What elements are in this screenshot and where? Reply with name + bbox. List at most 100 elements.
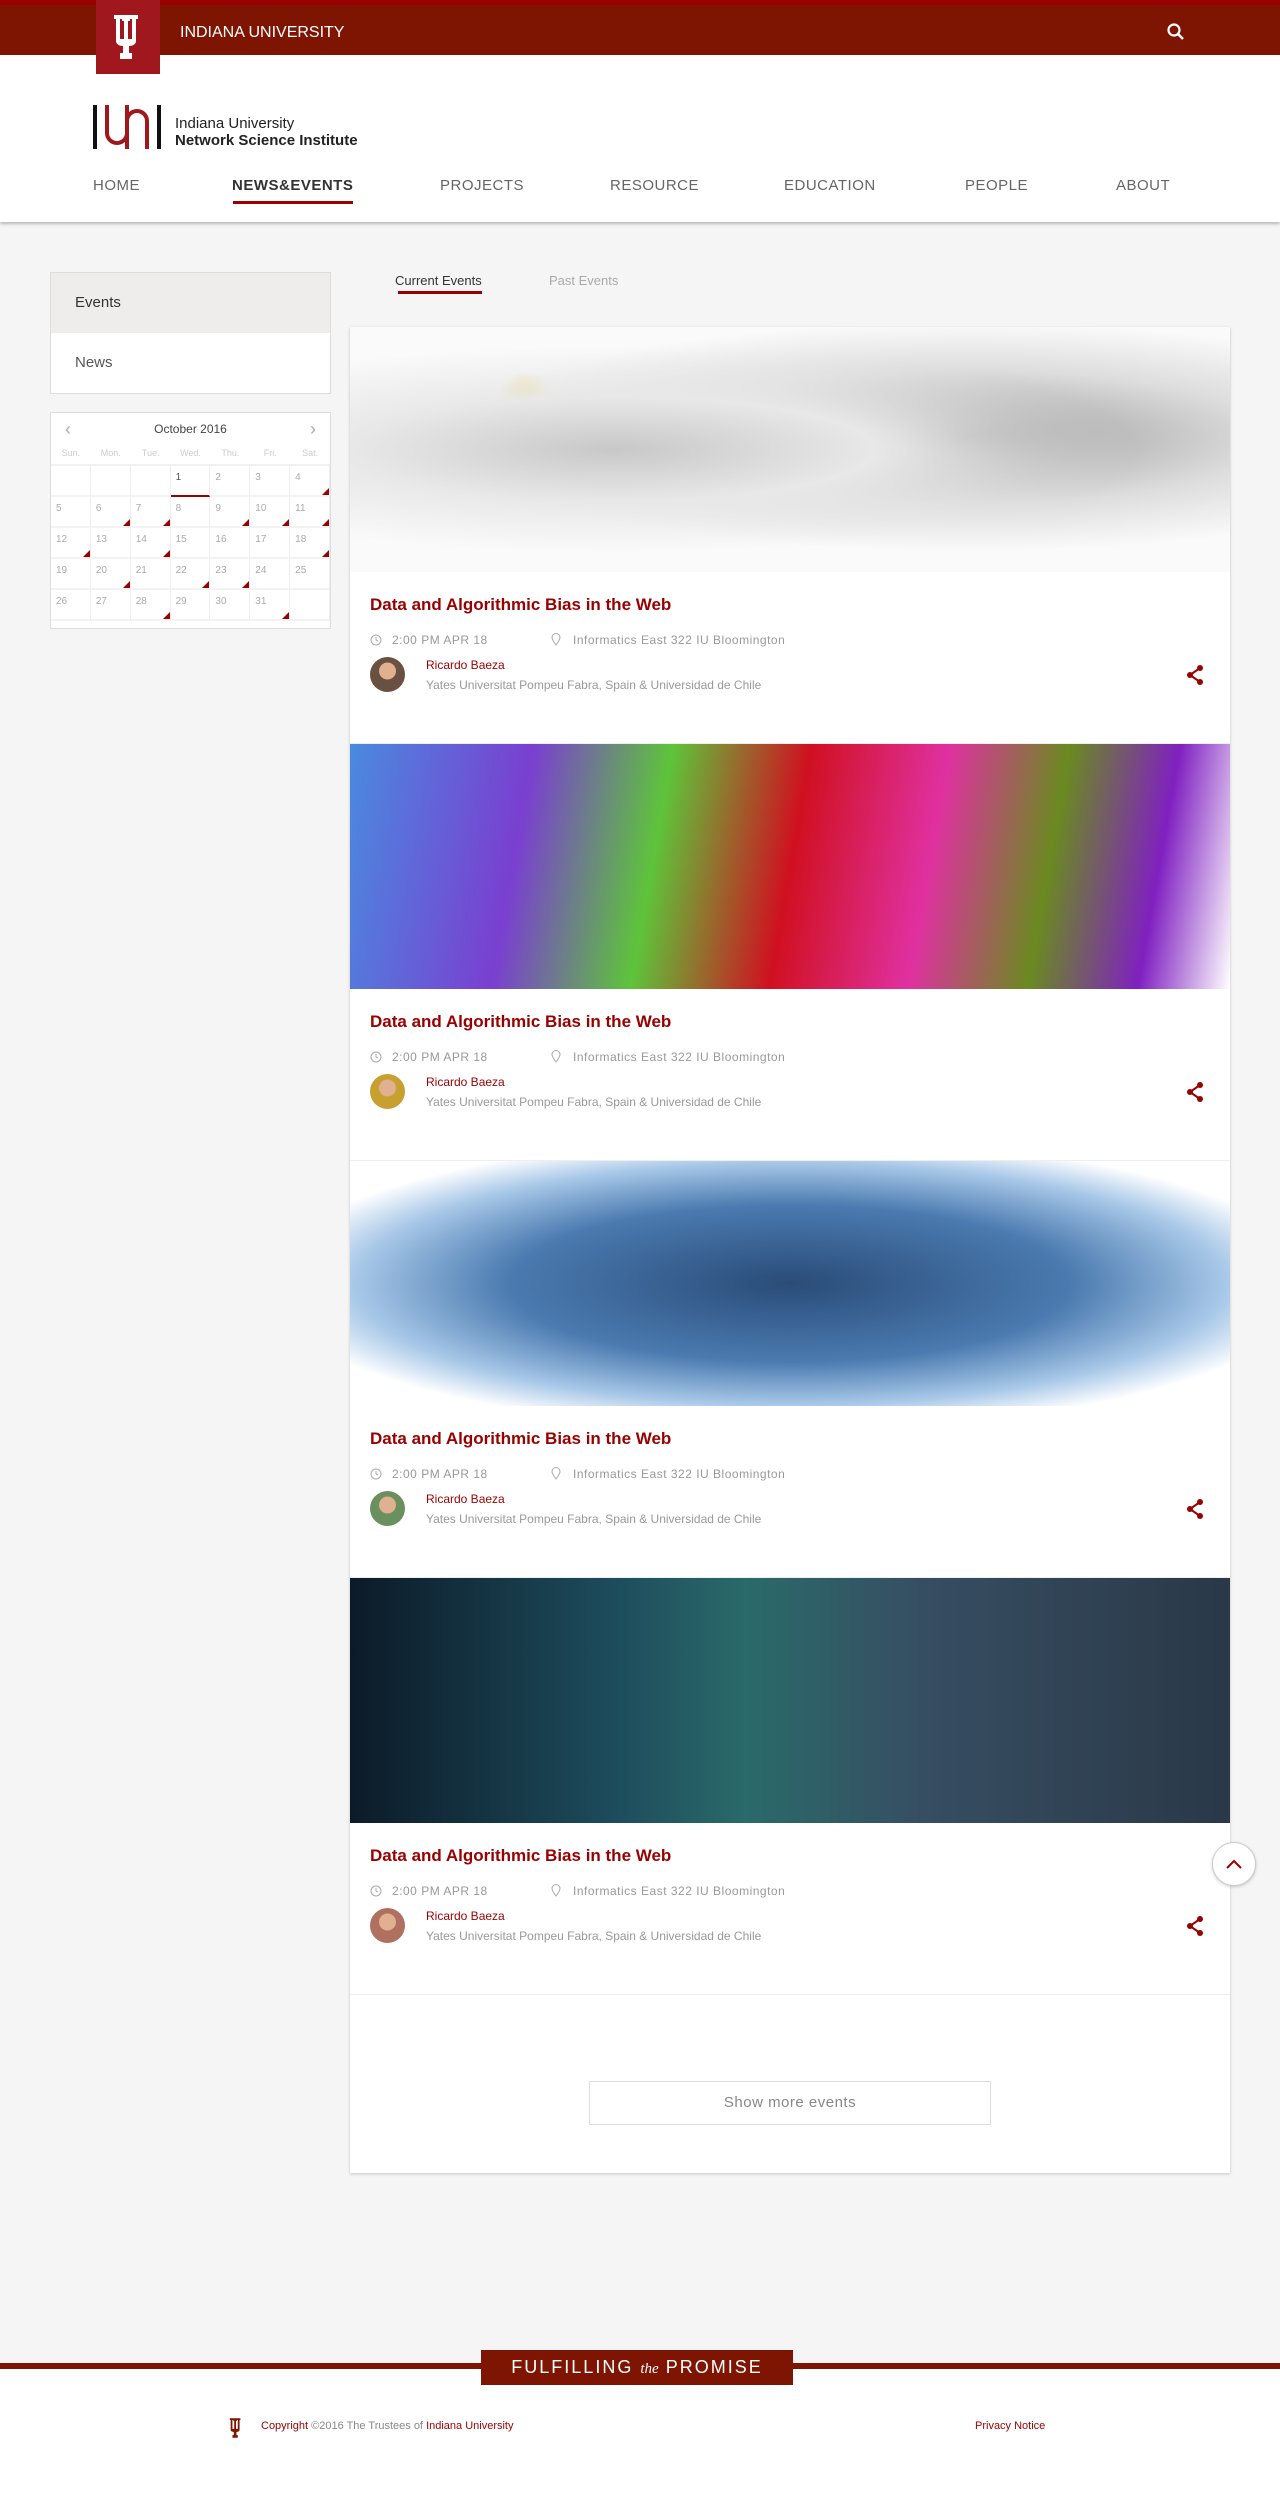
calendar-day[interactable]: 1: [170, 466, 211, 497]
site-header: Indiana University Network Science Instit…: [0, 55, 1280, 222]
sidebar-item-events[interactable]: Events: [51, 273, 330, 333]
speaker-name[interactable]: Ricardo Baeza: [426, 1075, 505, 1089]
calendar-day[interactable]: 7: [130, 497, 171, 528]
event-image[interactable]: [350, 327, 1230, 572]
event-item: Data and Algorithmic Bias in the Web 2:0…: [350, 327, 1230, 744]
calendar: ‹ October 2016 › Sun. Mon. Tue. Wed. Thu. Fri. S…: [50, 412, 331, 629]
calendar-empty-cell: [90, 466, 131, 497]
location-pin-icon: [551, 1884, 561, 1897]
copyright: Copyright ©2016 The Trustees of Indiana …: [261, 2420, 514, 2432]
calendar-day[interactable]: 19: [51, 559, 91, 590]
events-list: Data and Algorithmic Bias in the Web 2:0…: [350, 327, 1230, 2173]
speaker-name[interactable]: Ricardo Baeza: [426, 1492, 505, 1506]
event-time: 2:00 PM APR 18: [392, 1884, 488, 1898]
event-title[interactable]: Data and Algorithmic Bias in the Web: [370, 595, 671, 615]
privacy-notice-link[interactable]: Privacy Notice: [975, 2420, 1045, 2432]
calendar-day[interactable]: 23: [210, 559, 251, 590]
event-item: Data and Algorithmic Bias in the Web 2:0…: [350, 1578, 1230, 1995]
calendar-day[interactable]: 13: [90, 528, 131, 559]
calendar-empty-cell: [130, 466, 171, 497]
speaker-avatar: [370, 1491, 405, 1526]
calendar-day[interactable]: 10: [250, 497, 291, 528]
nav-education[interactable]: EDUCATION: [784, 177, 876, 194]
share-icon[interactable]: [1186, 1082, 1204, 1102]
speaker-name[interactable]: Ricardo Baeza: [426, 658, 505, 672]
calendar-day[interactable]: 12: [51, 528, 91, 559]
fulfilling-the-promise-badge: FULFILLING the PROMISE: [481, 2350, 793, 2385]
clock-icon: [370, 1468, 382, 1480]
nsi-logo-mark: [93, 105, 161, 149]
iu-footer-logo: [229, 2418, 241, 2438]
calendar-day[interactable]: 30: [210, 590, 251, 621]
speaker-avatar: [370, 1074, 405, 1109]
calendar-empty-cell: [51, 466, 91, 497]
calendar-day[interactable]: 14: [130, 528, 171, 559]
copyright-link[interactable]: Copyright: [261, 2420, 308, 2432]
nsi-logo[interactable]: Indiana University Network Science Instit…: [93, 105, 358, 149]
speaker-name[interactable]: Ricardo Baeza: [426, 1909, 505, 1923]
event-image[interactable]: [350, 1161, 1230, 1406]
calendar-day[interactable]: 2: [210, 466, 251, 497]
chevron-up-icon: [1226, 1859, 1242, 1869]
event-title[interactable]: Data and Algorithmic Bias in the Web: [370, 1012, 671, 1032]
speaker-affiliation: Yates Universitat Pompeu Fabra, Spain & …: [426, 1512, 762, 1526]
share-icon[interactable]: [1186, 665, 1204, 685]
event-title[interactable]: Data and Algorithmic Bias in the Web: [370, 1429, 671, 1449]
share-icon[interactable]: [1186, 1499, 1204, 1519]
event-title[interactable]: Data and Algorithmic Bias in the Web: [370, 1846, 671, 1866]
top-bar: INDIANA UNIVERSITY: [0, 0, 1280, 55]
calendar-day[interactable]: 5: [51, 497, 91, 528]
calendar-day[interactable]: 31: [250, 590, 291, 621]
nav-resource[interactable]: RESOURCE: [610, 177, 699, 194]
nav-about[interactable]: ABOUT: [1116, 177, 1170, 194]
calendar-day[interactable]: 17: [250, 528, 291, 559]
event-image[interactable]: [350, 1578, 1230, 1823]
speaker-affiliation: Yates Universitat Pompeu Fabra, Spain & …: [426, 678, 762, 692]
calendar-day[interactable]: 6: [90, 497, 131, 528]
iu-title[interactable]: INDIANA UNIVERSITY: [180, 24, 344, 42]
show-more-button[interactable]: Show more events: [589, 2081, 991, 2125]
calendar-day[interactable]: 9: [210, 497, 251, 528]
iu-link[interactable]: Indiana University: [426, 2420, 513, 2432]
calendar-day[interactable]: 8: [170, 497, 211, 528]
weekday-label: Wed.: [180, 448, 201, 458]
calendar-day[interactable]: 25: [290, 559, 330, 590]
nav-projects[interactable]: PROJECTS: [440, 177, 524, 194]
event-time: 2:00 PM APR 18: [392, 1050, 488, 1064]
tab-past-events[interactable]: Past Events: [549, 273, 618, 288]
scroll-to-top-button[interactable]: [1212, 1842, 1256, 1886]
calendar-day[interactable]: 27: [90, 590, 131, 621]
nav-news-events[interactable]: NEWS&EVENTS: [232, 177, 354, 204]
weekday-label: Sun.: [61, 448, 81, 458]
event-time: 2:00 PM APR 18: [392, 633, 488, 647]
calendar-day[interactable]: 28: [130, 590, 171, 621]
search-icon[interactable]: [1166, 22, 1186, 42]
calendar-day[interactable]: 18: [290, 528, 330, 559]
tab-current-events[interactable]: Current Events: [395, 273, 482, 294]
calendar-day[interactable]: 3: [250, 466, 291, 497]
sidebar-item-news[interactable]: News: [51, 333, 330, 393]
location-pin-icon: [551, 633, 561, 646]
calendar-day[interactable]: 24: [250, 559, 291, 590]
calendar-day[interactable]: 20: [90, 559, 131, 590]
calendar-day[interactable]: 4: [290, 466, 330, 497]
footer: [0, 2369, 1280, 2507]
nav-home[interactable]: HOME: [93, 177, 140, 194]
next-month-icon[interactable]: ›: [310, 413, 316, 446]
event-time: 2:00 PM APR 18: [392, 1467, 488, 1481]
event-image[interactable]: [350, 744, 1230, 989]
share-icon[interactable]: [1186, 1916, 1204, 1936]
calendar-day[interactable]: 15: [170, 528, 211, 559]
calendar-day[interactable]: 29: [170, 590, 211, 621]
location-pin-icon: [551, 1467, 561, 1480]
event-item: Data and Algorithmic Bias in the Web 2:0…: [350, 1161, 1230, 1578]
calendar-day[interactable]: 26: [51, 590, 91, 621]
calendar-day[interactable]: 11: [290, 497, 330, 528]
weekday-label: Fri.: [263, 448, 277, 458]
calendar-day[interactable]: 22: [170, 559, 211, 590]
nav-people[interactable]: PEOPLE: [965, 177, 1028, 194]
calendar-day[interactable]: 21: [130, 559, 171, 590]
prev-month-icon[interactable]: ‹: [65, 413, 71, 446]
calendar-day[interactable]: 16: [210, 528, 251, 559]
iu-trident-logo[interactable]: [96, 0, 160, 74]
